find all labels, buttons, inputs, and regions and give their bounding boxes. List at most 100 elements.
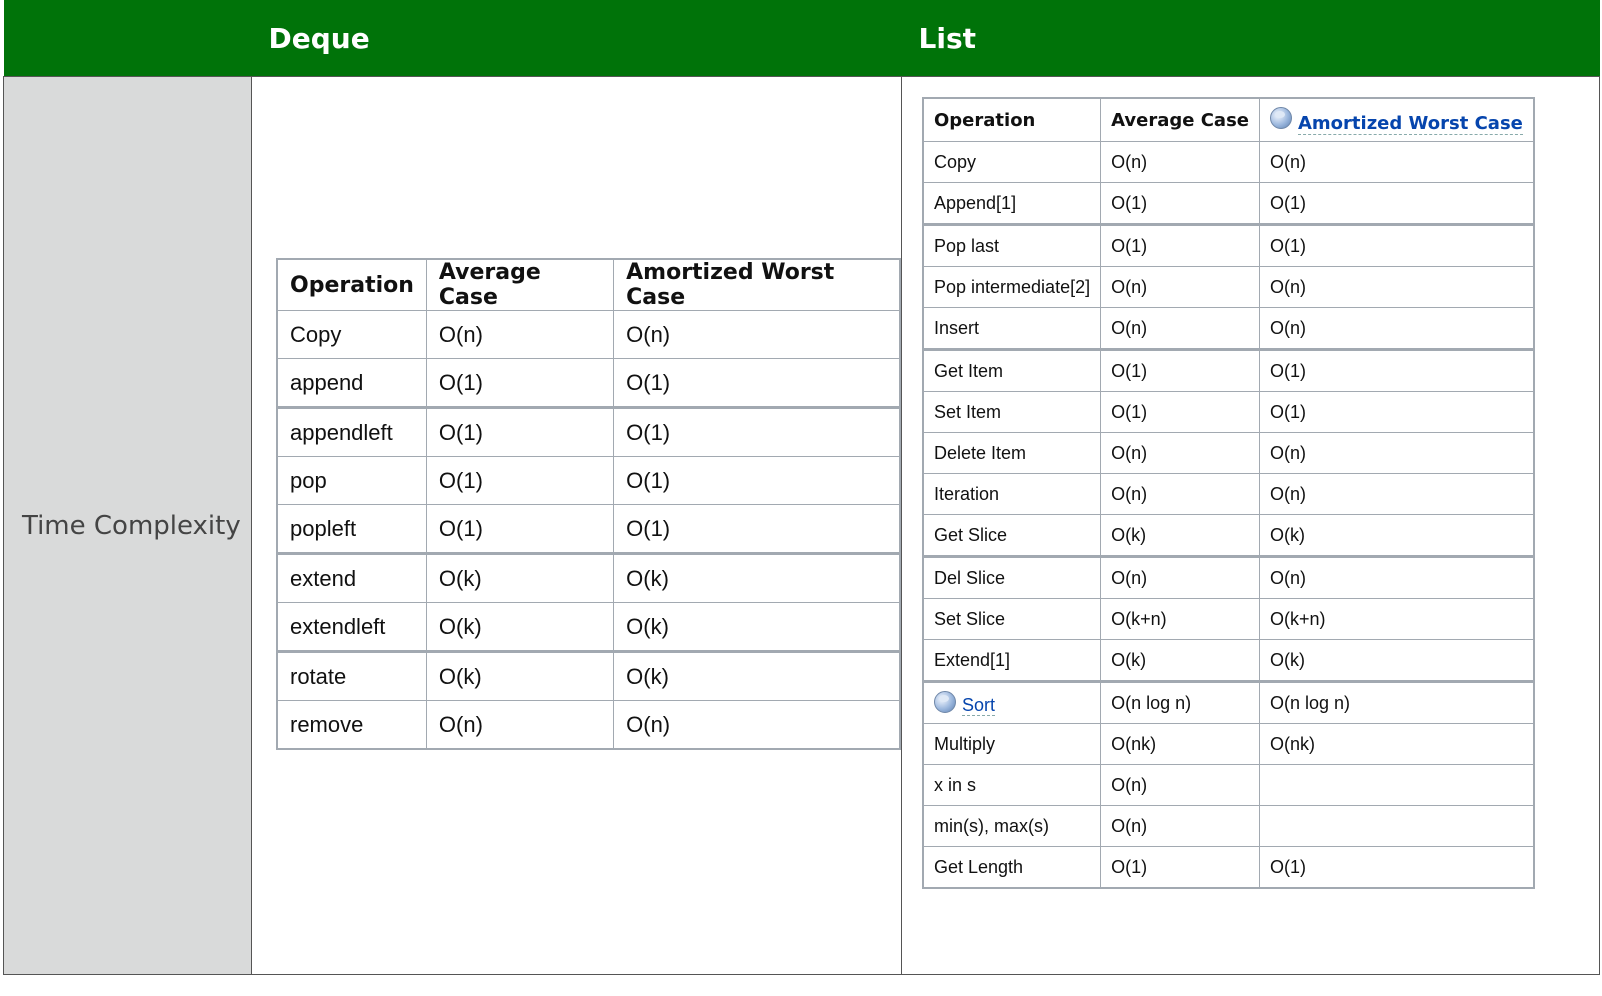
table-cell: Pop last [922, 223, 1102, 267]
table-cell: O(1) [1258, 223, 1535, 267]
table-cell: O(n) [613, 700, 901, 750]
list-table-header: Operation Average Case Amortized Worst C… [922, 97, 1535, 142]
table-cell: Get Slice [922, 514, 1102, 557]
table-cell: O(1) [1258, 348, 1535, 392]
row-label-time-complexity: Time Complexity [3, 76, 252, 975]
table-cell: O(1) [425, 406, 615, 457]
header-list: List [901, 0, 1600, 77]
table-cell: Append[1] [922, 182, 1102, 225]
table-cell: x in s [922, 764, 1102, 806]
table-row: Extend[1] O(k) O(k) [922, 639, 1535, 682]
table-cell: O(k) [613, 552, 901, 603]
table-cell: O(1) [613, 504, 901, 554]
table-cell: Get Length [922, 846, 1102, 889]
table-cell: O(1) [1258, 846, 1535, 889]
table-row: Get Item O(1) O(1) [922, 348, 1535, 392]
table-cell: O(1) [613, 406, 901, 457]
table-cell: appendleft [276, 406, 427, 457]
table-row: extend O(k) O(k) [276, 552, 901, 603]
amortized-worst-case-link[interactable]: Amortized Worst Case [1298, 112, 1523, 135]
table-cell: O(1) [425, 504, 615, 554]
table-row: remove O(n) O(n) [276, 700, 901, 750]
table-cell: O(k) [425, 602, 615, 652]
table-cell: Copy [276, 310, 427, 359]
table-row: Pop intermediate[2] O(n) O(n) [922, 266, 1535, 308]
table-row: append O(1) O(1) [276, 358, 901, 408]
table-cell: O(1) [1258, 182, 1535, 225]
table-cell: rotate [276, 650, 427, 701]
list-col-average: Average Case [1100, 97, 1260, 142]
table-cell [1258, 805, 1535, 847]
header-row: Deque List [3, 0, 1600, 77]
table-cell: O(1) [1100, 391, 1260, 433]
table-row: Sort O(n log n) O(n log n) [922, 680, 1535, 724]
list-col-operation: Operation [922, 97, 1102, 142]
table-row: Iteration O(n) O(n) [922, 473, 1535, 515]
time-complexity-row: Time Complexity Operation Average Case A… [3, 76, 1600, 975]
table-cell: O(n log n) [1100, 680, 1260, 724]
globe-icon [1270, 106, 1292, 129]
table-cell: O(n) [613, 310, 901, 359]
table-row: Multiply O(nk) O(nk) [922, 723, 1535, 765]
table-row: pop O(1) O(1) [276, 456, 901, 505]
table-cell: O(1) [1100, 182, 1260, 225]
table-cell: O(nk) [1258, 723, 1535, 765]
table-cell: O(k) [613, 602, 901, 652]
table-cell: min(s), max(s) [922, 805, 1102, 847]
table-cell: O(n) [1100, 432, 1260, 474]
table-cell: O(n) [1100, 764, 1260, 806]
deque-col-operation: Operation [276, 258, 427, 311]
table-cell: extend [276, 552, 427, 603]
table-cell: Get Item [922, 348, 1102, 392]
table-cell: O(1) [613, 456, 901, 505]
table-cell: O(1) [1258, 391, 1535, 433]
table-row: Append[1] O(1) O(1) [922, 182, 1535, 225]
table-cell: Iteration [922, 473, 1102, 515]
table-cell: O(nk) [1100, 723, 1260, 765]
table-row: extendleft O(k) O(k) [276, 602, 901, 652]
table-row: Set Item O(1) O(1) [922, 391, 1535, 433]
table-cell: append [276, 358, 427, 408]
table-cell: O(n) [1100, 555, 1260, 599]
table-cell: O(k) [425, 650, 615, 701]
table-cell: O(k) [1258, 514, 1535, 557]
deque-complexity-table: Operation Average Case Amortized Worst C… [276, 258, 901, 750]
deque-col-worst: Amortized Worst Case [613, 258, 901, 311]
table-cell: O(n) [425, 310, 615, 359]
table-cell: Set Item [922, 391, 1102, 433]
sort-link[interactable]: Sort [962, 694, 996, 716]
table-cell [1258, 764, 1535, 806]
table-cell: Copy [922, 141, 1102, 183]
table-row: Del Slice O(n) O(n) [922, 555, 1535, 599]
table-cell: Del Slice [922, 555, 1102, 599]
deque-cell: Operation Average Case Amortized Worst C… [251, 76, 902, 975]
deque-table-header: Operation Average Case Amortized Worst C… [276, 258, 901, 311]
table-cell: O(n) [425, 700, 615, 750]
table-cell[interactable]: Sort [922, 680, 1102, 724]
table-cell: Set Slice [922, 598, 1102, 640]
list-col-worst[interactable]: Amortized Worst Case [1258, 97, 1535, 142]
table-row: Get Length O(1) O(1) [922, 846, 1535, 889]
table-cell: O(n) [1258, 141, 1535, 183]
table-cell: O(k+n) [1258, 598, 1535, 640]
table-cell: O(k) [1100, 639, 1260, 682]
table-cell: O(n) [1258, 307, 1535, 350]
table-row: min(s), max(s) O(n) [922, 805, 1535, 847]
table-cell: O(n log n) [1258, 680, 1535, 724]
table-cell: O(n) [1258, 432, 1535, 474]
page: Deque List Time Complexity Operation Ave… [0, 0, 1602, 996]
table-row: Copy O(n) O(n) [922, 141, 1535, 183]
table-cell: pop [276, 456, 427, 505]
table-cell: O(k) [613, 650, 901, 701]
table-row: Delete Item O(n) O(n) [922, 432, 1535, 474]
table-cell: O(1) [1100, 846, 1260, 889]
globe-icon [934, 690, 956, 713]
table-cell: O(n) [1258, 473, 1535, 515]
table-row: appendleft O(1) O(1) [276, 406, 901, 457]
table-cell: O(k+n) [1100, 598, 1260, 640]
table-row: Get Slice O(k) O(k) [922, 514, 1535, 557]
table-cell: popleft [276, 504, 427, 554]
table-cell: O(1) [1100, 223, 1260, 267]
table-cell: O(n) [1258, 266, 1535, 308]
table-cell: Multiply [922, 723, 1102, 765]
